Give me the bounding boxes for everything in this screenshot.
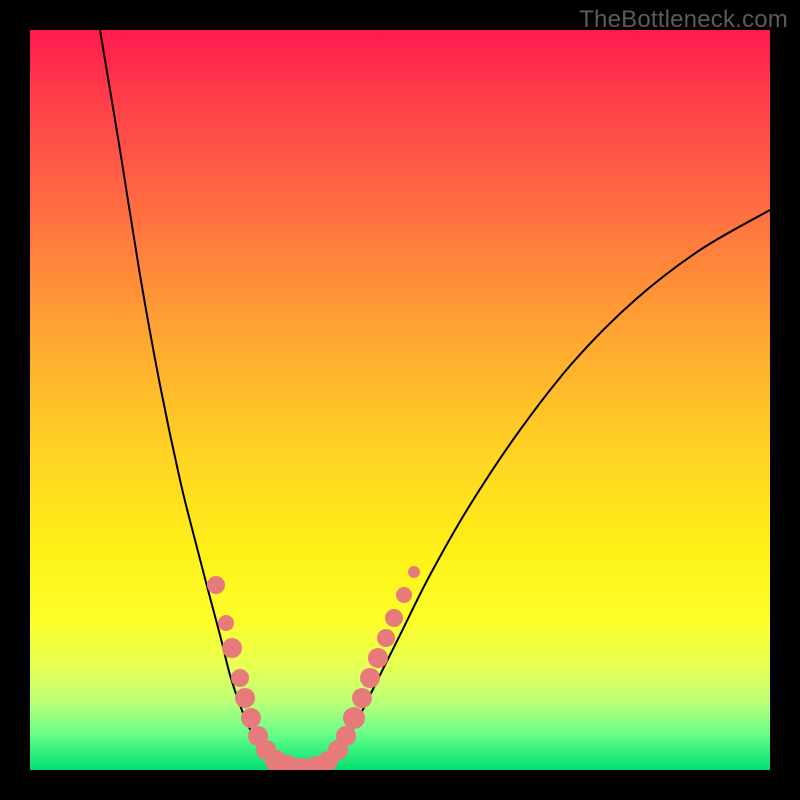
- chart-svg: [30, 30, 770, 770]
- data-dot: [248, 726, 268, 746]
- data-dot: [306, 756, 326, 770]
- data-dot: [278, 755, 298, 770]
- data-dot: [408, 566, 420, 578]
- data-dot: [235, 688, 255, 708]
- data-dot: [207, 576, 225, 594]
- outer-frame: TheBottleneck.com: [0, 0, 800, 800]
- data-dot: [377, 629, 395, 647]
- data-dot: [265, 750, 287, 770]
- data-dot: [343, 707, 365, 729]
- data-dot: [231, 669, 249, 687]
- data-dot: [368, 648, 388, 668]
- data-dot: [328, 740, 348, 760]
- data-dot: [360, 668, 380, 688]
- data-dot: [352, 688, 372, 708]
- data-dot: [222, 638, 242, 658]
- bottleneck-curve: [100, 30, 770, 768]
- data-dot: [385, 609, 403, 627]
- data-dot: [318, 751, 338, 770]
- chart-plot-area: [30, 30, 770, 770]
- data-dot: [336, 726, 356, 746]
- data-dot: [292, 758, 312, 770]
- data-dot: [218, 615, 234, 631]
- data-dot: [241, 708, 261, 728]
- data-dots-group: [207, 566, 420, 770]
- data-dot: [256, 740, 276, 760]
- data-dot: [396, 587, 412, 603]
